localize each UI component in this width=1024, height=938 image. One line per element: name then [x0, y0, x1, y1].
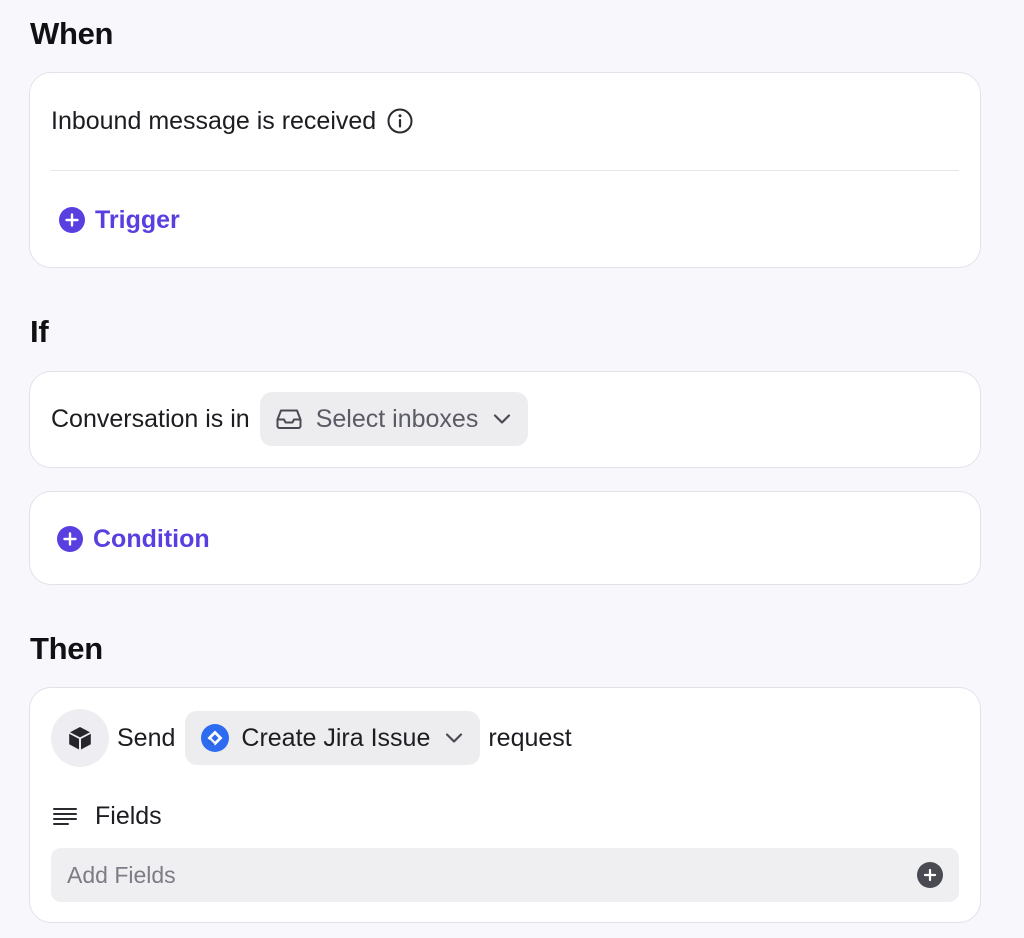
action-row: Send Create Jira Issue request [51, 709, 572, 767]
condition-card: Condition [29, 491, 981, 585]
condition-row: Conversation is in Select inboxes [51, 392, 529, 446]
add-trigger-button[interactable]: Trigger [59, 203, 180, 237]
add-fields-input[interactable]: Add Fields [51, 848, 959, 902]
trigger-row: Inbound message is received [51, 103, 414, 139]
divider [51, 170, 959, 171]
chevron-down-icon [492, 413, 512, 425]
request-suffix: request [488, 723, 572, 752]
when-heading: When [30, 16, 114, 51]
add-condition-button[interactable]: Condition [57, 522, 210, 556]
if-heading: If [30, 314, 49, 349]
chevron-down-icon [444, 732, 464, 744]
inbox-tray-icon [276, 408, 302, 430]
request-select-label: Create Jira Issue [241, 723, 431, 752]
plus-circle-icon [59, 207, 85, 233]
fields-header: Fields [53, 799, 162, 833]
info-icon[interactable] [386, 107, 414, 135]
if-card: Conversation is in Select inboxes [29, 371, 981, 468]
add-fields-placeholder: Add Fields [67, 861, 176, 888]
add-condition-label: Condition [93, 524, 210, 553]
package-box-icon [51, 709, 109, 767]
request-select[interactable]: Create Jira Issue [185, 711, 481, 765]
jira-logo-icon [201, 724, 230, 752]
lines-icon [53, 806, 77, 826]
then-heading: Then [30, 631, 103, 666]
fields-label: Fields [95, 801, 162, 830]
plus-circle-icon [57, 526, 83, 552]
when-card: Inbound message is received Trigger [29, 72, 981, 268]
inbox-select-label: Select inboxes [315, 404, 479, 433]
trigger-text: Inbound message is received [51, 106, 377, 135]
add-trigger-label: Trigger [95, 205, 180, 234]
then-card: Send Create Jira Issue request Fields Ad… [29, 687, 981, 923]
condition-prefix: Conversation is in [51, 404, 250, 433]
send-label: Send [117, 723, 176, 752]
add-field-plus-icon[interactable] [917, 862, 943, 888]
inbox-select[interactable]: Select inboxes [259, 392, 529, 446]
